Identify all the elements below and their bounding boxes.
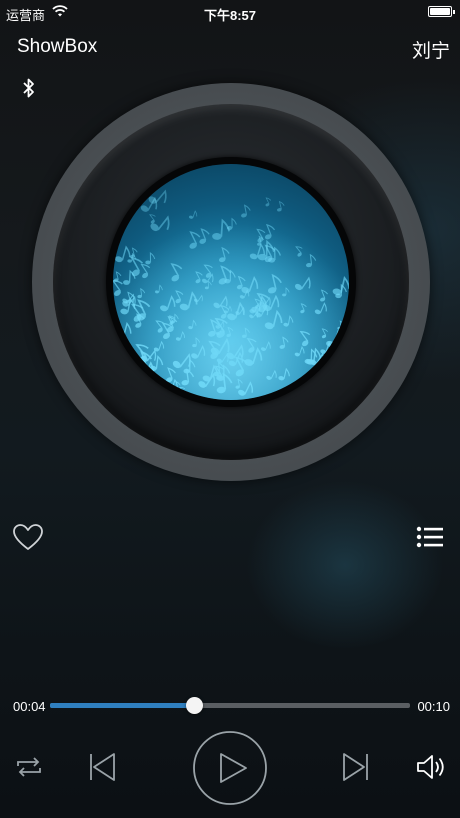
list-icon[interactable] bbox=[416, 525, 444, 549]
bluetooth-icon[interactable] bbox=[20, 77, 38, 99]
progress-thumb[interactable] bbox=[186, 697, 203, 714]
total-time: 00:10 bbox=[417, 699, 450, 714]
album-art bbox=[113, 164, 349, 400]
user-name-button[interactable]: 刘宁 bbox=[412, 36, 450, 63]
app-title: ShowBox bbox=[17, 36, 98, 57]
play-icon[interactable] bbox=[192, 730, 268, 806]
skip-previous-icon[interactable] bbox=[88, 752, 116, 782]
battery-icon bbox=[428, 6, 455, 17]
skip-next-icon[interactable] bbox=[342, 752, 370, 782]
heart-icon[interactable] bbox=[12, 522, 44, 552]
current-time: 00:04 bbox=[13, 699, 46, 714]
status-bar: 运营商 下午8:57 bbox=[0, 0, 460, 24]
clock: 下午8:57 bbox=[203, 8, 257, 23]
music-notes-artwork bbox=[113, 164, 349, 400]
volume-icon[interactable] bbox=[415, 753, 447, 781]
progress-fill bbox=[50, 703, 194, 708]
repeat-icon[interactable] bbox=[14, 753, 44, 781]
progress-slider[interactable] bbox=[50, 697, 410, 714]
